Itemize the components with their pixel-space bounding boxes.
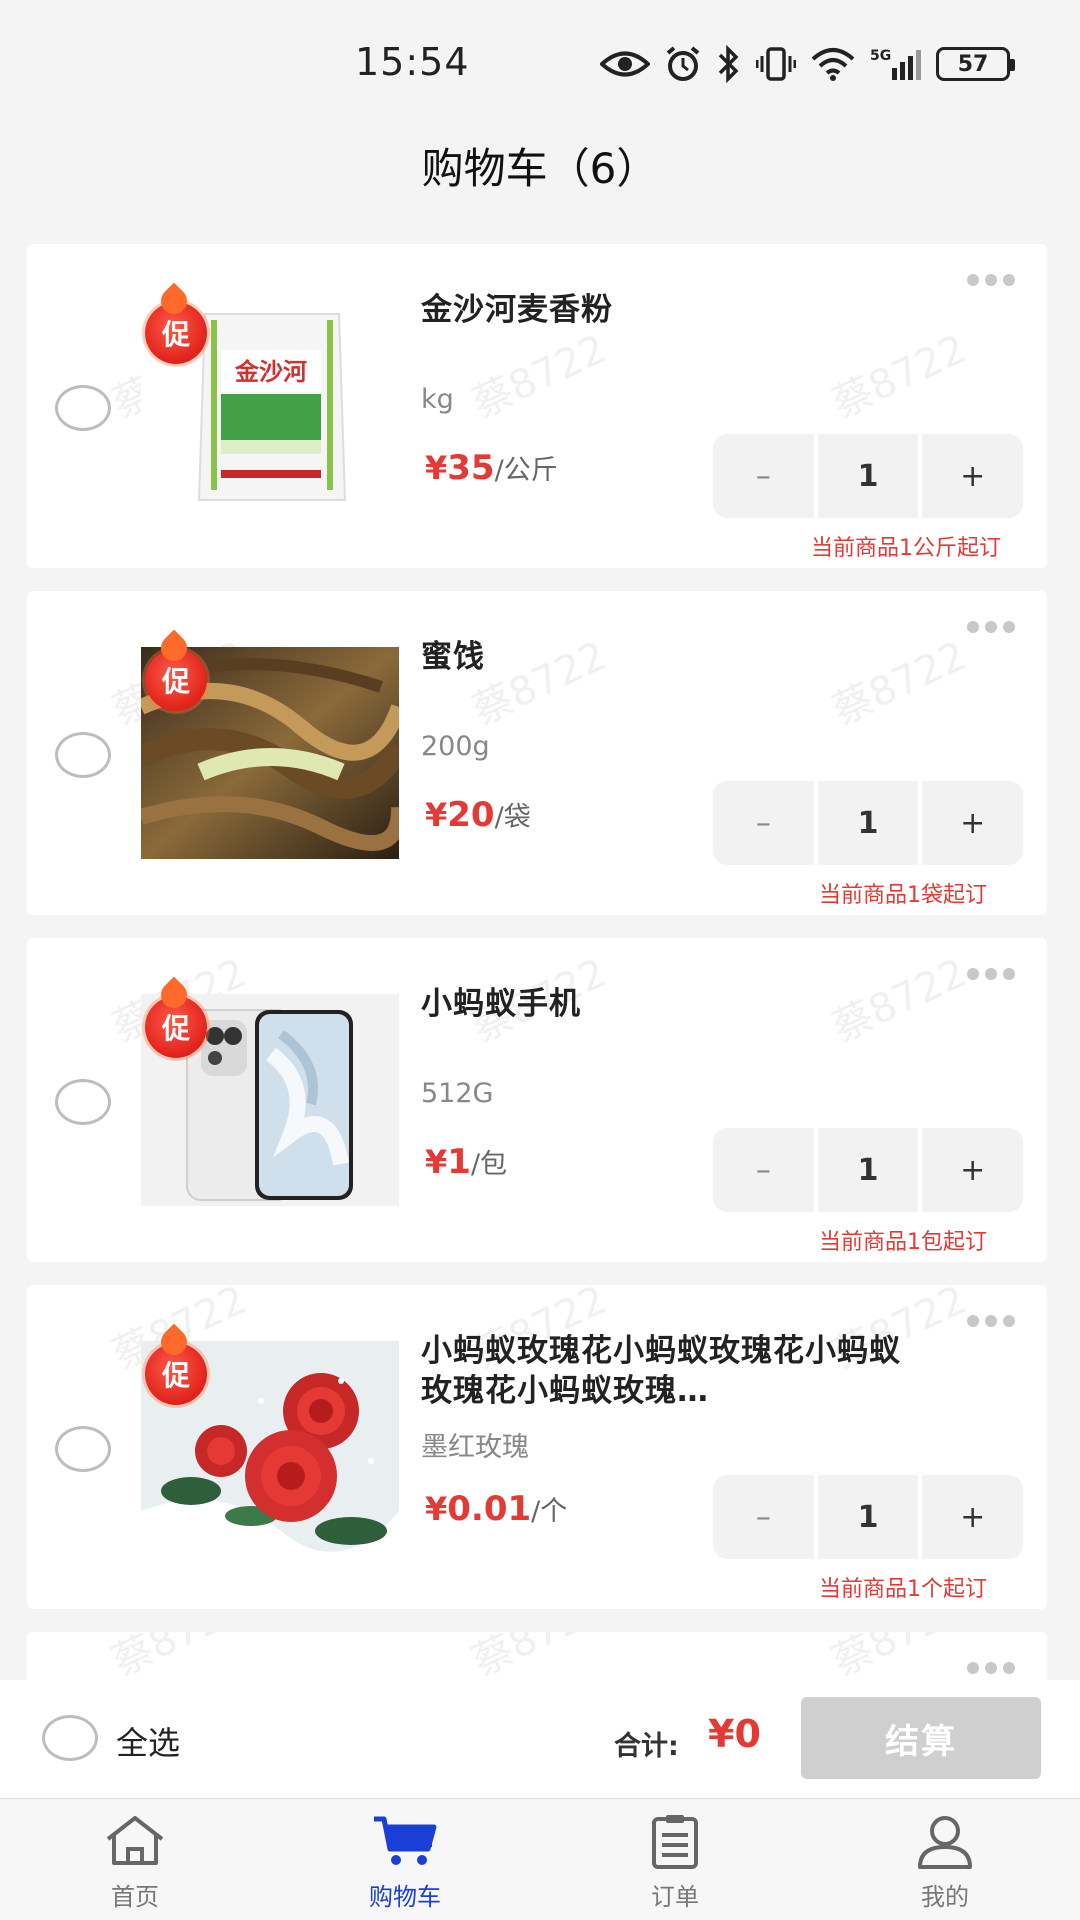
decrease-button[interactable]: – <box>713 434 814 518</box>
product-price: ¥20/袋 <box>425 795 531 835</box>
price-currency: ¥ <box>425 1490 448 1528</box>
watermark: 蔡8722 <box>465 325 614 428</box>
promo-badge: 促 <box>145 996 207 1058</box>
total-value: ¥0 <box>708 1712 761 1756</box>
product-name[interactable]: 小蚂蚁玫瑰花小蚂蚁玫瑰花小蚂蚁玫瑰花小蚂蚁玫瑰… <box>421 1331 901 1411</box>
price-value: 0.01 <box>447 1489 532 1529</box>
signal-icon: 5G <box>870 48 921 80</box>
quantity-value[interactable]: 1 <box>817 434 919 518</box>
min-order-note: 当前商品1公斤起订 <box>811 536 1001 561</box>
item-checkbox[interactable] <box>55 732 111 778</box>
quantity-value[interactable]: 1 <box>817 1128 919 1212</box>
product-spec: 200g <box>421 731 490 762</box>
tab-label: 购物车 <box>369 1883 441 1911</box>
checkout-bar: 全选 合计: ¥0 结算 <box>0 1680 1080 1798</box>
cart-icon <box>374 1816 437 1865</box>
product-name[interactable]: 小蚂蚁手机 <box>421 984 941 1024</box>
eye-icon <box>600 51 650 77</box>
decrease-button[interactable]: – <box>713 1475 814 1559</box>
item-checkbox[interactable] <box>55 385 111 431</box>
min-order-note: 当前商品1袋起订 <box>819 883 987 908</box>
quantity-stepper: – 1 + <box>713 781 1024 865</box>
cart-item: 蔡8722 蔡8722 蔡8722 <box>27 1285 1047 1609</box>
watermark: 蔡8722 <box>825 1632 974 1686</box>
product-spec: 墨红玫瑰 <box>421 1432 529 1463</box>
decrease-button[interactable]: – <box>713 781 814 865</box>
price-unit: /包 <box>470 1149 508 1180</box>
user-icon <box>918 1816 972 1869</box>
price-value: 1 <box>447 1142 471 1182</box>
tab-profile[interactable]: 我的 <box>810 1799 1080 1920</box>
increase-button[interactable]: + <box>922 1128 1024 1212</box>
tab-cart[interactable]: 购物车 <box>270 1799 540 1920</box>
package-brand-text: 金沙河 <box>234 358 307 386</box>
cart-item: 蔡8722 蔡8722 蔡8722 促 小蚂蚁手机 512G ¥1/包 <box>27 938 1047 1262</box>
page-title: 购物车（6） <box>421 144 659 193</box>
product-price: ¥1/包 <box>425 1142 507 1182</box>
select-all-checkbox[interactable] <box>42 1715 98 1761</box>
item-checkbox[interactable] <box>55 1426 111 1472</box>
more-options-icon[interactable] <box>967 1315 1015 1327</box>
tab-orders[interactable]: 订单 <box>540 1799 810 1920</box>
promo-badge: 促 <box>145 302 207 364</box>
tab-label: 订单 <box>651 1883 699 1911</box>
more-options-icon[interactable] <box>967 274 1015 286</box>
increase-button[interactable]: + <box>922 1475 1024 1559</box>
price-unit: /个 <box>531 1496 568 1527</box>
decrease-button[interactable]: – <box>713 1128 814 1212</box>
product-price: ¥0.01/个 <box>425 1489 567 1529</box>
product-spec: 512G <box>421 1078 494 1109</box>
order-icon <box>652 1815 698 1869</box>
tab-home[interactable]: 首页 <box>0 1799 270 1920</box>
battery-indicator: 57 <box>936 47 1015 81</box>
min-order-note: 当前商品1个起订 <box>819 1577 987 1602</box>
select-all-label[interactable]: 全选 <box>116 1718 180 1764</box>
vibrate-icon <box>756 47 796 81</box>
product-spec: kg <box>421 384 454 415</box>
price-value: 20 <box>447 795 495 835</box>
increase-button[interactable]: + <box>922 781 1024 865</box>
checkout-button[interactable]: 结算 <box>801 1697 1041 1779</box>
price-unit: /袋 <box>494 802 531 833</box>
wifi-icon <box>811 48 855 81</box>
price-currency: ¥ <box>425 449 448 487</box>
product-name[interactable]: 蜜饯 <box>421 637 941 677</box>
item-checkbox[interactable] <box>55 1079 111 1125</box>
price-unit: /公斤 <box>494 455 558 486</box>
product-name[interactable]: 金沙河麦香粉 <box>421 290 941 330</box>
increase-button[interactable]: + <box>922 434 1024 518</box>
home-icon <box>106 1816 164 1865</box>
bluetooth-icon <box>718 45 739 83</box>
watermark: 蔡8722 <box>465 1632 614 1686</box>
watermark: 蔡8722 <box>825 325 974 428</box>
quantity-value[interactable]: 1 <box>817 1475 919 1559</box>
watermark: 蔡8722 <box>105 1632 254 1686</box>
cart-item: 蔡8722 蔡8722 蔡8722 促 <box>27 591 1047 915</box>
price-currency: ¥ <box>425 1143 448 1181</box>
product-price: ¥35/公斤 <box>425 448 558 488</box>
more-options-icon[interactable] <box>967 968 1015 980</box>
tab-label: 我的 <box>921 1883 969 1911</box>
status-bar: 15:54 5G 57 <box>0 0 1080 130</box>
quantity-stepper: – 1 + <box>713 1128 1024 1212</box>
more-options-icon[interactable] <box>967 1662 1015 1674</box>
tab-label: 首页 <box>111 1883 159 1911</box>
price-value: 35 <box>447 448 495 488</box>
promo-badge: 促 <box>145 1343 207 1405</box>
cart-item: 蔡8722 蔡8722 蔡8722 金沙河 促 金沙河麦香粉 kg ¥35/公斤 <box>27 244 1047 568</box>
svg-text:5G: 5G <box>870 48 891 64</box>
quantity-stepper: – 1 + <box>713 1475 1024 1559</box>
tab-bar: 首页 购物车 订单 我的 <box>0 1798 1080 1920</box>
quantity-value[interactable]: 1 <box>817 781 919 865</box>
alarm-icon <box>666 46 700 81</box>
quantity-stepper: – 1 + <box>713 434 1024 518</box>
status-time: 15:54 <box>355 40 470 84</box>
promo-badge: 促 <box>145 649 207 711</box>
price-currency: ¥ <box>425 796 448 834</box>
total-label: 合计: <box>614 1731 679 1762</box>
min-order-note: 当前商品1包起订 <box>819 1230 987 1255</box>
more-options-icon[interactable] <box>967 621 1015 633</box>
status-icons: 5G 57 <box>600 42 1015 86</box>
